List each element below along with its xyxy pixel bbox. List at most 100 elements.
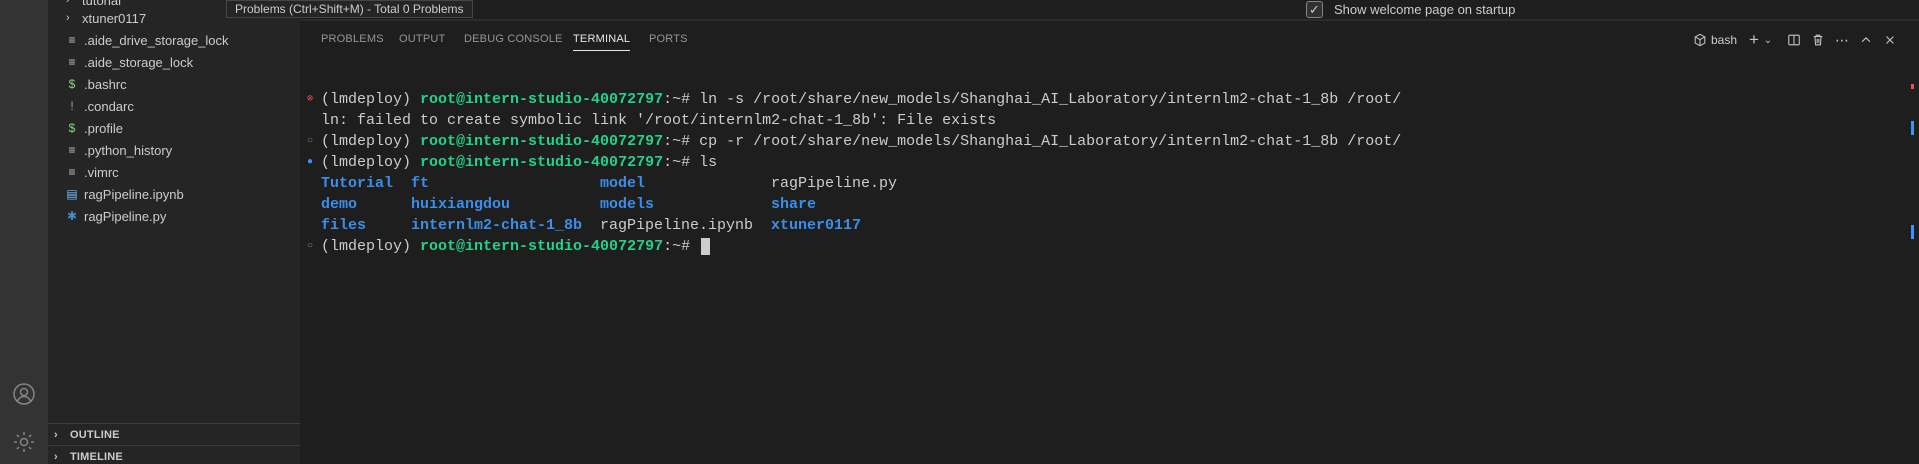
- file-label: .profile: [84, 120, 124, 136]
- file-label: .vimrc: [84, 164, 119, 180]
- prompt-user-host: root@intern-studio-40072797: [420, 133, 664, 150]
- file-label: .condarc: [84, 98, 134, 114]
- command-text: cp -r /root/share/new_models/Shanghai_AI…: [699, 133, 1402, 150]
- maximize-panel-button[interactable]: [1857, 31, 1875, 49]
- command-error-decoration-icon[interactable]: ⊗: [305, 89, 315, 110]
- scrollbar-mark: [1911, 121, 1914, 135]
- ls-entry: share: [771, 196, 817, 213]
- ls-entry: ragPipeline.ipynb: [600, 217, 754, 234]
- ls-entry: ft: [411, 175, 430, 192]
- file-label: .aide_storage_lock: [84, 54, 194, 70]
- file-python-history[interactable]: ≡ .python_history: [48, 139, 300, 161]
- terminal-line: ln: failed to create symbolic link '/roo…: [321, 112, 997, 129]
- lines-file-icon: ≡: [68, 143, 76, 157]
- tab-terminal[interactable]: TERMINAL: [573, 33, 631, 51]
- terminal-cursor: [701, 237, 711, 255]
- tab-debug-console[interactable]: DEBUG CONSOLE: [464, 33, 563, 45]
- problems-tooltip: Problems (Ctrl+Shift+M) - Total 0 Proble…: [226, 0, 473, 18]
- chevron-right-icon: ›: [66, 0, 70, 6]
- command-success-decoration-icon[interactable]: ○: [305, 131, 315, 152]
- file-vimrc[interactable]: ≡ .vimrc: [48, 161, 300, 183]
- chevron-up-icon: [1861, 37, 1871, 43]
- ls-entry: models: [600, 196, 655, 213]
- chevron-down-icon: ⌄: [1763, 34, 1773, 46]
- terminal-output[interactable]: ⊗ (lmdeploy) root@intern-studio-40072797…: [300, 69, 1919, 464]
- new-terminal-button[interactable]: +: [1746, 30, 1762, 49]
- command-pending-decoration-icon[interactable]: ○: [305, 236, 315, 257]
- command-text: ln -s /root/share/new_models/Shanghai_AI…: [699, 91, 1402, 108]
- outline-section-header[interactable]: › OUTLINE: [48, 423, 300, 445]
- welcome-checkbox-label: Show welcome page on startup: [1334, 2, 1516, 17]
- terminal-name: bash: [1711, 33, 1738, 47]
- timeline-label: TIMELINE: [70, 450, 123, 463]
- prompt-path: :~#: [663, 238, 700, 255]
- notebook-file-icon: ▤: [66, 187, 78, 201]
- file-condarc[interactable]: ! .condarc: [48, 95, 300, 117]
- account-icon[interactable]: [12, 382, 36, 406]
- file-ragpipeline-ipynb[interactable]: ▤ ragPipeline.ipynb: [48, 183, 300, 205]
- file-aide-drive-storage-lock[interactable]: ≡ .aide_drive_storage_lock: [48, 29, 300, 51]
- folder-label: xtuner0117: [82, 10, 147, 26]
- close-panel-button[interactable]: [1881, 31, 1899, 49]
- welcome-page-footer: ✓ Show welcome page on startup: [300, 0, 1919, 20]
- dollar-file-icon: $: [68, 121, 76, 135]
- ls-entry: xtuner0117: [771, 217, 862, 234]
- exclamation-file-icon: !: [70, 99, 74, 113]
- terminal-line: (lmdeploy) root@intern-studio-40072797:~…: [321, 152, 717, 173]
- terminal-selector[interactable]: bash: [1693, 31, 1737, 49]
- dollar-file-icon: $: [68, 77, 76, 91]
- bottom-panel: PROBLEMS OUTPUT DEBUG CONSOLE TERMINAL P…: [300, 20, 1919, 464]
- conda-env: (lmdeploy): [321, 91, 412, 108]
- python-file-icon: ✱: [66, 209, 78, 223]
- split-terminal-button[interactable]: [1785, 31, 1803, 49]
- scrollbar-mark: [1911, 225, 1914, 239]
- file-aide-storage-lock[interactable]: ≡ .aide_storage_lock: [48, 51, 300, 73]
- outline-label: OUTLINE: [70, 428, 120, 441]
- prompt-path: :~#: [663, 133, 700, 150]
- ls-entry: files: [321, 217, 367, 234]
- prompt-path: :~#: [663, 91, 700, 108]
- ls-entry: Tutorial: [321, 175, 394, 192]
- ls-entry: model: [600, 175, 646, 192]
- prompt-path: :~#: [663, 154, 700, 171]
- ls-entry: internlm2-chat-1_8b: [411, 217, 583, 234]
- file-label: ragPipeline.py: [84, 208, 167, 224]
- terminal-line: (lmdeploy) root@intern-studio-40072797:~…: [321, 131, 1401, 152]
- launch-profile-button[interactable]: ⌄: [1762, 31, 1774, 49]
- terminal-line: (lmdeploy) root@intern-studio-40072797:~…: [321, 89, 1401, 110]
- terminal-prompt-line[interactable]: (lmdeploy) root@intern-studio-40072797:~…: [321, 236, 711, 257]
- gear-icon[interactable]: [12, 430, 36, 454]
- ls-entry: huixiangdou: [411, 196, 511, 213]
- split-icon: [1788, 34, 1800, 46]
- scrollbar-error-mark: [1911, 84, 1914, 89]
- ls-entry: demo: [321, 196, 358, 213]
- chevron-right-icon: ›: [54, 428, 58, 441]
- file-label: .aide_drive_storage_lock: [84, 32, 229, 48]
- tab-problems[interactable]: PROBLEMS: [321, 33, 384, 45]
- more-actions-button[interactable]: ⋯: [1833, 31, 1851, 49]
- terminal-cube-icon: [1694, 33, 1706, 47]
- kill-terminal-button[interactable]: [1809, 31, 1827, 49]
- timeline-section-header[interactable]: › TIMELINE: [48, 445, 300, 464]
- panel-tab-bar: PROBLEMS OUTPUT DEBUG CONSOLE TERMINAL P…: [300, 21, 1919, 59]
- command-running-decoration-icon[interactable]: ●: [305, 152, 315, 173]
- chevron-right-icon: ›: [66, 12, 70, 24]
- welcome-checkbox[interactable]: ✓: [1306, 1, 1323, 18]
- file-ragpipeline-py[interactable]: ✱ ragPipeline.py: [48, 205, 300, 227]
- ls-entry: ragPipeline.py: [771, 175, 898, 192]
- plus-icon: +: [1749, 30, 1759, 49]
- lines-file-icon: ≡: [68, 33, 76, 47]
- lines-file-icon: ≡: [68, 165, 76, 179]
- ellipsis-icon: ⋯: [1835, 31, 1849, 48]
- trash-icon: [1813, 34, 1823, 46]
- activity-bar: [0, 0, 48, 464]
- tab-ports[interactable]: PORTS: [649, 33, 688, 45]
- lines-file-icon: ≡: [68, 55, 76, 69]
- file-bashrc[interactable]: $ .bashrc: [48, 73, 300, 95]
- prompt-user-host: root@intern-studio-40072797: [420, 238, 664, 255]
- tab-output[interactable]: OUTPUT: [399, 33, 445, 45]
- file-label: .python_history: [84, 142, 173, 158]
- explorer-sidebar: › tutorial › xtuner0117 ≡ .aide_drive_st…: [48, 0, 300, 464]
- conda-env: (lmdeploy): [321, 154, 412, 171]
- file-profile[interactable]: $ .profile: [48, 117, 300, 139]
